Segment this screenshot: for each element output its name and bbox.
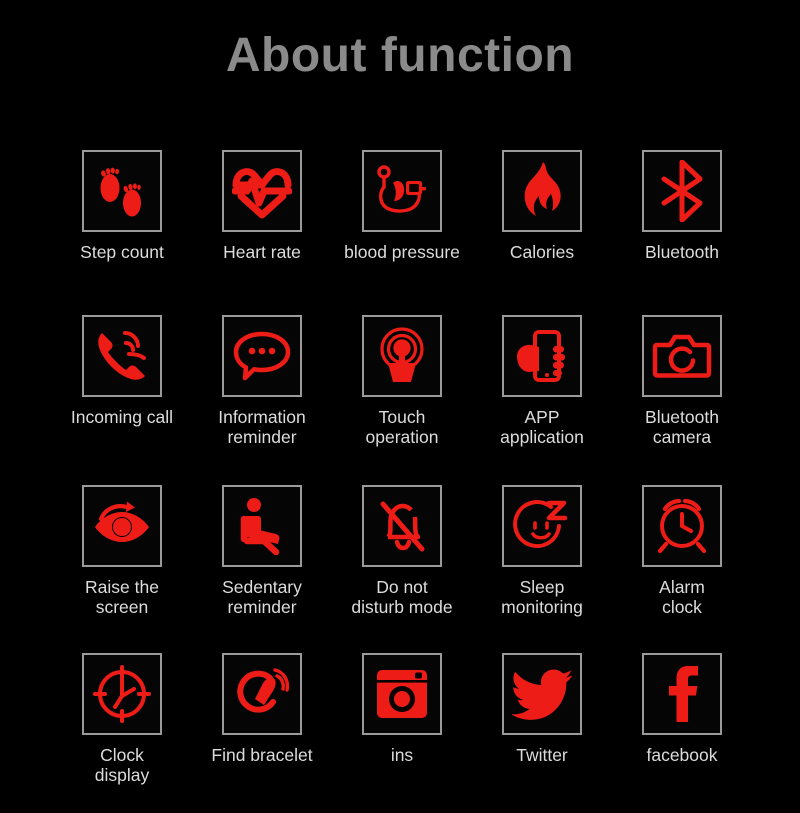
function-row: Raise the screen Sedentary reminder Do n… xyxy=(0,485,800,653)
camera-icon[interactable] xyxy=(642,315,722,397)
touch-tap-icon[interactable] xyxy=(362,315,442,397)
function-item-clock-display[interactable]: Clock display xyxy=(52,653,192,813)
function-item-blood-pressure[interactable]: blood pressure xyxy=(332,150,472,315)
function-item-bluetooth[interactable]: Bluetooth xyxy=(612,150,752,315)
function-grid: Step count Heart rate blood pressure Cal… xyxy=(0,150,800,813)
function-item-bluetooth-camera[interactable]: Bluetooth camera xyxy=(612,315,752,485)
function-item-label: Touch operation xyxy=(365,407,439,447)
function-item-app-application[interactable]: APP application xyxy=(472,315,612,485)
function-item-label: Bluetooth camera xyxy=(645,407,719,447)
clock-face-icon[interactable] xyxy=(82,653,162,735)
function-item-label: Sleep monitoring xyxy=(501,577,583,617)
function-item-label: Heart rate xyxy=(223,242,301,262)
bell-slash-icon[interactable] xyxy=(362,485,442,567)
footprints-icon[interactable] xyxy=(82,150,162,232)
twitter-bird-icon[interactable] xyxy=(502,653,582,735)
function-item-label: Step count xyxy=(80,242,164,262)
function-item-ins[interactable]: ins xyxy=(332,653,472,813)
alarm-clock-icon[interactable] xyxy=(642,485,722,567)
bluetooth-icon[interactable] xyxy=(642,150,722,232)
eye-rotate-icon[interactable] xyxy=(82,485,162,567)
function-item-label: ins xyxy=(390,745,414,765)
function-item-step-count[interactable]: Step count xyxy=(52,150,192,315)
function-item-sedentary-reminder[interactable]: Sedentary reminder xyxy=(192,485,332,653)
bracelet-signal-icon[interactable] xyxy=(222,653,302,735)
function-row: Incoming call Information reminder Touch… xyxy=(0,315,800,485)
function-item-sleep-monitoring[interactable]: Sleep monitoring xyxy=(472,485,612,653)
function-item-label: Find bracelet xyxy=(211,745,313,765)
function-item-label: Alarm clock xyxy=(659,577,705,617)
function-item-label: Do not disturb mode xyxy=(351,577,453,617)
function-item-twitter[interactable]: Twitter xyxy=(472,653,612,813)
function-item-label: Sedentary reminder xyxy=(222,577,302,617)
facebook-f-icon[interactable] xyxy=(642,653,722,735)
function-item-label: Raise the screen xyxy=(85,577,159,617)
function-item-touch-operation[interactable]: Touch operation xyxy=(332,315,472,485)
function-item-heart-rate[interactable]: Heart rate xyxy=(192,150,332,315)
function-item-find-bracelet[interactable]: Find bracelet xyxy=(192,653,332,813)
heart-pulse-icon[interactable] xyxy=(222,150,302,232)
speech-bubble-icon[interactable] xyxy=(222,315,302,397)
function-item-label: facebook xyxy=(646,745,718,765)
function-item-label: Incoming call xyxy=(70,407,174,427)
function-item-label: APP application xyxy=(500,407,584,447)
function-row: Clock display Find bracelet ins Twitter … xyxy=(0,653,800,813)
function-item-label: blood pressure xyxy=(344,242,460,262)
function-item-label: Clock display xyxy=(94,745,150,785)
blood-pressure-monitor-icon[interactable] xyxy=(362,150,442,232)
ringing-phone-icon[interactable] xyxy=(82,315,162,397)
function-item-raise-the-screen[interactable]: Raise the screen xyxy=(52,485,192,653)
function-item-do-not-disturb[interactable]: Do not disturb mode xyxy=(332,485,472,653)
function-row: Step count Heart rate blood pressure Cal… xyxy=(0,150,800,315)
function-item-information-reminder[interactable]: Information reminder xyxy=(192,315,332,485)
flame-icon[interactable] xyxy=(502,150,582,232)
function-item-incoming-call[interactable]: Incoming call xyxy=(52,315,192,485)
function-item-facebook[interactable]: facebook xyxy=(612,653,752,813)
hand-holding-phone-icon[interactable] xyxy=(502,315,582,397)
sleeping-face-icon[interactable] xyxy=(502,485,582,567)
seated-person-icon[interactable] xyxy=(222,485,302,567)
function-item-label: Twitter xyxy=(516,745,568,765)
function-item-calories[interactable]: Calories xyxy=(472,150,612,315)
function-item-alarm-clock[interactable]: Alarm clock xyxy=(612,485,752,653)
function-item-label: Bluetooth xyxy=(645,242,719,262)
page-title: About function xyxy=(225,29,575,82)
function-item-label: Information reminder xyxy=(218,407,306,447)
about-function-page: About function Step count Heart rate blo… xyxy=(0,0,800,800)
instagram-icon[interactable] xyxy=(362,653,442,735)
function-item-label: Calories xyxy=(509,242,575,262)
